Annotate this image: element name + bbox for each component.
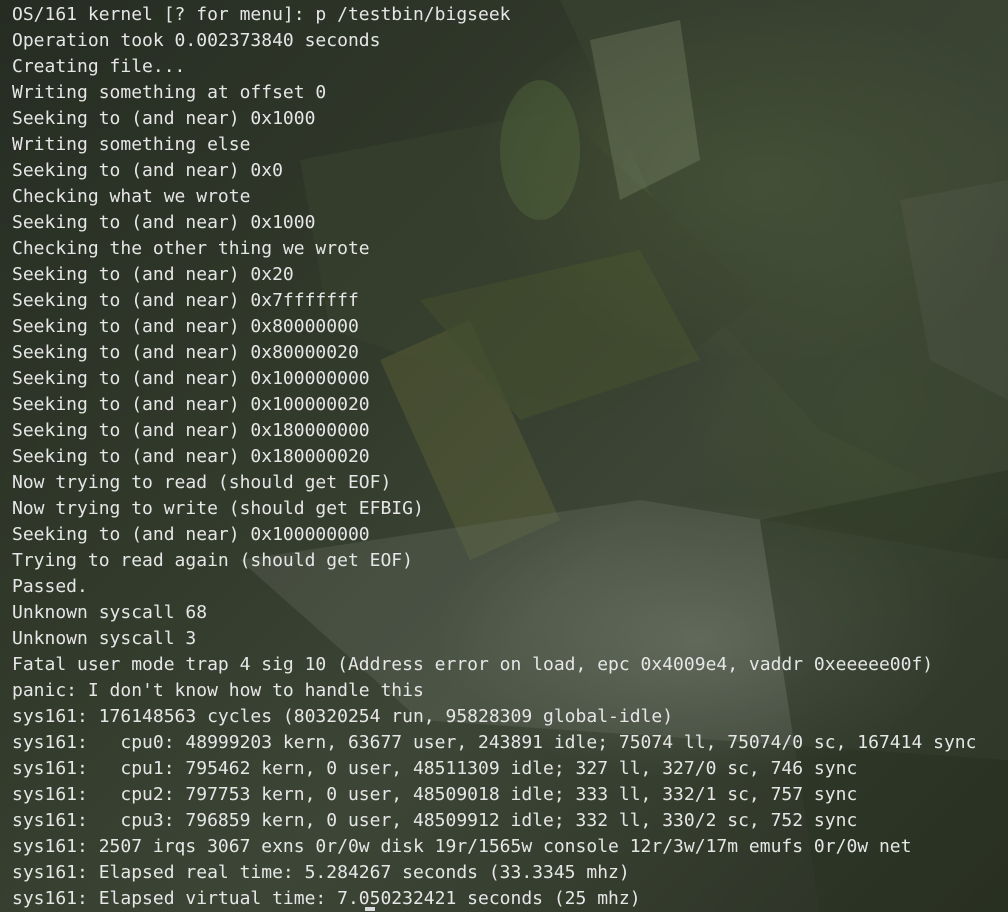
terminal-line: sys161: cpu1: 795462 kern, 0 user, 48511…: [12, 758, 858, 779]
terminal-line: Seeking to (and near) 0x1000: [12, 212, 316, 233]
terminal-line: sys161: Elapsed real time: 5.284267 seco…: [12, 862, 630, 883]
terminal-line: Seeking to (and near) 0x80000000: [12, 316, 359, 337]
terminal-line: Now trying to write (should get EFBIG): [12, 498, 424, 519]
text-cursor: [365, 907, 375, 911]
terminal-line: Seeking to (and near) 0x0: [12, 160, 283, 181]
terminal-line: sys161: cpu0: 48999203 kern, 63677 user,…: [12, 732, 977, 753]
terminal-line: OS/161 kernel [? for menu]: p /testbin/b…: [12, 4, 511, 25]
terminal-line: sys161: Elapsed virtual time: 7.05023242…: [12, 888, 641, 909]
terminal-line: Writing something else: [12, 134, 251, 155]
terminal-line: Creating file...: [12, 56, 186, 77]
terminal-line: Checking what we wrote: [12, 186, 251, 207]
terminal-line: Unknown syscall 68: [12, 602, 208, 623]
terminal-line: Seeking to (and near) 0x100000000: [12, 368, 370, 389]
terminal-line: sys161: cpu3: 796859 kern, 0 user, 48509…: [12, 810, 858, 831]
terminal-line: Now trying to read (should get EOF): [12, 472, 392, 493]
terminal-line: Seeking to (and near) 0x100000000: [12, 524, 370, 545]
terminal-line: Checking the other thing we wrote: [12, 238, 370, 259]
terminal-line: Seeking to (and near) 0x100000020: [12, 394, 370, 415]
terminal-line: Seeking to (and near) 0x80000020: [12, 342, 359, 363]
terminal-line: sys161: 176148563 cycles (80320254 run, …: [12, 706, 674, 727]
terminal-line: Unknown syscall 3: [12, 628, 197, 649]
terminal-line: Operation took 0.002373840 seconds: [12, 30, 381, 51]
terminal-line: Fatal user mode trap 4 sig 10 (Address e…: [12, 654, 934, 675]
terminal-line: Seeking to (and near) 0x20: [12, 264, 294, 285]
terminal-line: Passed.: [12, 576, 88, 597]
terminal-output: OS/161 kernel [? for menu]: p /testbin/b…: [12, 2, 1002, 912]
terminal-line: Seeking to (and near) 0x1000: [12, 108, 316, 129]
terminal-line: Seeking to (and near) 0x7fffffff: [12, 290, 359, 311]
terminal-line: sys161: 2507 irqs 3067 exns 0r/0w disk 1…: [12, 836, 912, 857]
terminal-window[interactable]: OS/161 kernel [? for menu]: p /testbin/b…: [0, 0, 1008, 912]
terminal-line: Seeking to (and near) 0x180000020: [12, 446, 370, 467]
terminal-line: sys161: cpu2: 797753 kern, 0 user, 48509…: [12, 784, 858, 805]
terminal-line: Seeking to (and near) 0x180000000: [12, 420, 370, 441]
terminal-line: Trying to read again (should get EOF): [12, 550, 413, 571]
terminal-line: Writing something at offset 0: [12, 82, 327, 103]
terminal-line: panic: I don't know how to handle this: [12, 680, 424, 701]
